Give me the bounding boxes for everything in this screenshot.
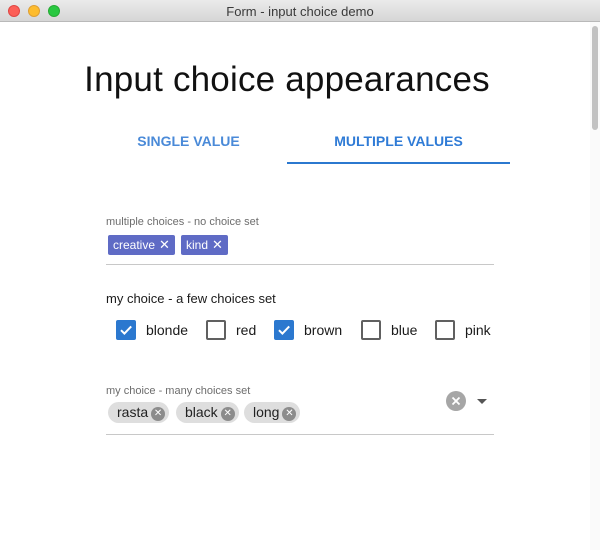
chip-kind[interactable]: kind ✕ xyxy=(181,235,228,255)
checkbox-checked-icon[interactable] xyxy=(116,320,136,340)
tab-multiple-values[interactable]: MULTIPLE VALUES xyxy=(287,120,510,164)
chip-long[interactable]: long ✕ xyxy=(244,402,301,423)
chip-creative[interactable]: creative ✕ xyxy=(108,235,175,255)
checkbox-label: red xyxy=(236,322,257,338)
checkbox-label: blonde xyxy=(146,322,189,338)
multiple-choices-field[interactable]: multiple choices - no choice set creativ… xyxy=(106,214,494,265)
tab-bar: SINGLE VALUE MULTIPLE VALUES xyxy=(90,120,510,166)
checkbox-label: pink xyxy=(465,322,491,338)
chip-label: kind xyxy=(186,238,209,252)
many-choices-label: my choice - many choices set xyxy=(106,385,251,397)
few-choices-checkbox-group: blonde red brown blue pink xyxy=(116,320,506,342)
dropdown-arrow-icon[interactable] xyxy=(477,399,487,404)
checkbox-label: brown xyxy=(304,322,343,338)
clear-all-icon[interactable] xyxy=(446,391,466,411)
remove-chip-icon[interactable]: ✕ xyxy=(159,237,170,252)
checkbox-label: blue xyxy=(391,322,418,338)
chip-label: rasta xyxy=(117,404,149,420)
page-title: Input choice appearances xyxy=(84,60,490,99)
chip-label: creative xyxy=(113,238,156,252)
tab-single-value[interactable]: SINGLE VALUE xyxy=(90,120,287,164)
checkbox-unchecked-icon[interactable] xyxy=(206,320,226,340)
checkbox-unchecked-icon[interactable] xyxy=(435,320,455,340)
scrollbar-thumb[interactable] xyxy=(592,26,598,130)
chip-black[interactable]: black ✕ xyxy=(176,402,239,423)
few-choices-label: my choice - a few choices set xyxy=(106,291,276,306)
chip-label: long xyxy=(253,404,280,420)
active-tab-indicator xyxy=(287,162,510,164)
multiple-choices-label: multiple choices - no choice set xyxy=(106,216,259,228)
remove-chip-icon[interactable]: ✕ xyxy=(212,237,223,252)
window-title: Form - input choice demo xyxy=(226,4,374,19)
window-titlebar: Form - input choice demo xyxy=(0,0,600,22)
many-choices-field[interactable]: my choice - many choices set rasta ✕ blac… xyxy=(106,380,494,435)
remove-chip-icon[interactable]: ✕ xyxy=(220,407,235,421)
vertical-scrollbar[interactable] xyxy=(590,22,600,550)
checkbox-unchecked-icon[interactable] xyxy=(361,320,381,340)
remove-chip-icon[interactable]: ✕ xyxy=(282,407,297,421)
chip-label: black xyxy=(185,404,218,420)
checkbox-checked-icon[interactable] xyxy=(274,320,294,340)
remove-chip-icon[interactable]: ✕ xyxy=(151,407,166,421)
chip-rasta[interactable]: rasta ✕ xyxy=(108,402,170,423)
